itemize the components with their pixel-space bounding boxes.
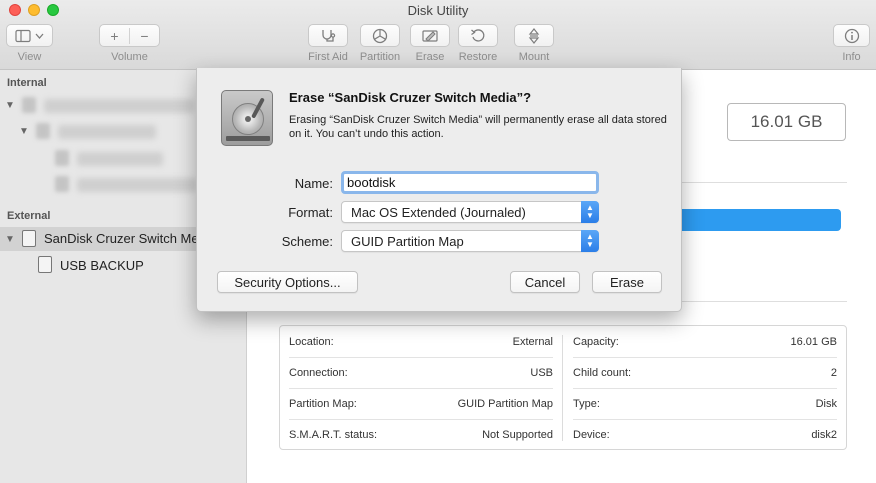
view-button[interactable]	[6, 24, 53, 47]
info-value: Disk	[815, 397, 837, 410]
disclosure-triangle-icon[interactable]: ▼	[5, 234, 15, 245]
dialog-message: Erasing “SanDisk Cruzer Switch Media” wi…	[289, 114, 667, 140]
volume-icon	[55, 150, 69, 166]
info-label: Partition Map:	[289, 397, 357, 410]
erase-toolbar-button[interactable]	[410, 24, 450, 47]
add-volume-button[interactable]: +	[100, 27, 130, 44]
info-label: Info	[842, 51, 861, 63]
sidebar-item-internal-disk[interactable]	[44, 99, 194, 113]
window-title: Disk Utility	[407, 3, 469, 18]
name-label: Name:	[294, 176, 333, 191]
first-aid-button[interactable]	[308, 24, 348, 47]
erase-dialog: Erase “SanDisk Cruzer Switch Media”? Era…	[196, 68, 682, 312]
container-icon	[36, 123, 50, 139]
capacity-badge: 16.01 GB	[727, 103, 846, 141]
internal-disk-icon	[22, 97, 36, 113]
info-icon	[844, 28, 859, 43]
window-toolbar: Disk Utility View + − Volume First Aid P…	[0, 0, 876, 70]
disclosure-triangle-icon[interactable]: ▼	[5, 100, 15, 111]
external-disk-icon	[22, 230, 36, 247]
info-row-child-count: Child count: 2	[573, 357, 837, 388]
scheme-label: Scheme:	[281, 234, 333, 249]
usb-volume-icon	[38, 256, 52, 273]
info-label: S.M.A.R.T. status:	[289, 428, 378, 441]
stethoscope-icon	[322, 29, 336, 42]
restore-label: Restore	[458, 51, 498, 63]
partition-label: Partition	[359, 51, 401, 63]
info-value: disk2	[811, 428, 837, 441]
info-value: GUID Partition Map	[457, 397, 553, 410]
info-label: Location:	[289, 335, 334, 348]
info-row-location: Location: External	[289, 326, 553, 357]
sidebar-icon	[14, 29, 43, 42]
dialog-title: Erase “SanDisk Cruzer Switch Media”?	[289, 90, 532, 105]
scheme-value: GUID Partition Map	[351, 233, 464, 249]
info-value: 16.01 GB	[790, 335, 837, 348]
security-options-button[interactable]: Security Options...	[217, 271, 358, 293]
info-column-divider	[562, 335, 563, 441]
volume-label: Volume	[111, 51, 148, 63]
sidebar-item-container[interactable]	[58, 125, 156, 139]
info-label: Capacity:	[573, 335, 619, 348]
chevron-updown-icon: ▲ ▼	[581, 230, 599, 252]
first-aid-label: First Aid	[308, 51, 348, 63]
mount-icon	[528, 27, 540, 44]
sidebar-item-volume[interactable]	[77, 178, 197, 192]
external-section-header: External	[7, 210, 51, 222]
volume-icon	[55, 176, 69, 192]
format-label: Format:	[288, 205, 333, 220]
remove-volume-button[interactable]: −	[130, 28, 159, 44]
hard-disk-icon	[221, 90, 273, 146]
info-value: External	[512, 335, 553, 348]
disclosure-triangle-icon[interactable]: ▼	[19, 126, 29, 137]
info-row-type: Type: Disk	[573, 388, 837, 419]
pie-chart-icon	[372, 28, 388, 43]
format-value: Mac OS Extended (Journaled)	[351, 204, 526, 220]
scheme-select[interactable]: GUID Partition Map ▲ ▼	[341, 230, 599, 252]
name-input[interactable]	[341, 171, 599, 194]
info-value: Not Supported	[482, 428, 553, 441]
info-table: Location: External Connection: USB Parti…	[279, 325, 847, 450]
info-row-connection: Connection: USB	[289, 357, 553, 388]
sidebar-item-label: SanDisk Cruzer Switch Media	[44, 231, 216, 246]
info-label: Child count:	[573, 366, 632, 379]
erase-icon	[422, 29, 438, 42]
info-label: Connection:	[289, 366, 348, 379]
info-label: Type:	[573, 397, 600, 410]
info-value: 2	[830, 366, 837, 379]
info-value: USB	[530, 366, 553, 379]
info-row-smart-status: S.M.A.R.T. status: Not Supported	[289, 419, 553, 450]
restore-icon	[471, 28, 485, 42]
cancel-button[interactable]: Cancel	[510, 271, 580, 293]
info-button[interactable]	[833, 24, 870, 47]
info-row-partition-map: Partition Map: GUID Partition Map	[289, 388, 553, 419]
view-label: View	[17, 51, 42, 63]
erase-toolbar-label: Erase	[415, 51, 445, 63]
info-row-capacity: Capacity: 16.01 GB	[573, 326, 837, 357]
info-label: Device:	[573, 428, 610, 441]
format-select[interactable]: Mac OS Extended (Journaled) ▲ ▼	[341, 201, 599, 223]
internal-section-header: Internal	[7, 77, 47, 89]
info-row-device: Device: disk2	[573, 419, 837, 450]
restore-button[interactable]	[458, 24, 498, 47]
partition-button[interactable]	[360, 24, 400, 47]
mount-button[interactable]	[514, 24, 554, 47]
volume-segmented-control: + −	[99, 24, 160, 47]
mount-label: Mount	[518, 51, 550, 63]
chevron-updown-icon: ▲ ▼	[581, 201, 599, 223]
erase-button[interactable]: Erase	[592, 271, 662, 293]
sidebar-item-volume[interactable]	[77, 152, 163, 166]
sidebar-item-usb-backup[interactable]: USB BACKUP	[60, 258, 144, 273]
